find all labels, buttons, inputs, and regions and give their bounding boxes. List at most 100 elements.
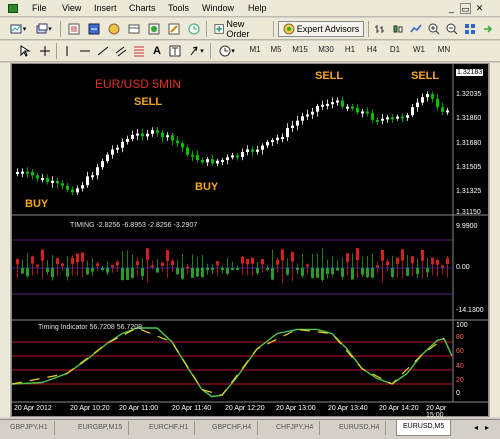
expert-advisors-label: Expert Advisors <box>296 24 360 34</box>
timeframe-h4[interactable]: H4 <box>362 42 382 59</box>
fibonacci-button[interactable] <box>132 43 146 59</box>
periodicity-button[interactable]: ▾ <box>216 43 238 59</box>
histogram-bar <box>306 264 309 267</box>
buy-signal-1: BUY <box>25 198 49 210</box>
histogram-bar <box>431 257 434 264</box>
histogram-bar <box>346 253 349 263</box>
equidistant-channel-icon <box>115 46 127 57</box>
data-window-button[interactable] <box>86 21 102 37</box>
histogram-bar <box>261 259 264 265</box>
tab-eurchf-h1[interactable]: EURCHF,H1 <box>143 421 196 435</box>
candle-body <box>416 102 419 108</box>
timeframe-h1[interactable]: H1 <box>340 42 360 59</box>
strategy-tester-button[interactable] <box>146 21 162 37</box>
tab-scroll-right-icon[interactable]: ▸ <box>485 423 489 432</box>
histogram-bar <box>181 268 184 279</box>
histogram-bar <box>426 268 429 273</box>
tab-scroll-left-icon[interactable]: ◂ <box>474 423 478 432</box>
zoom-out-button[interactable] <box>444 21 460 37</box>
market-watch-button[interactable] <box>66 21 82 37</box>
histogram-bar <box>256 268 259 274</box>
new-chart-button[interactable]: ▾ <box>6 21 30 37</box>
tab-eurusd-h4[interactable]: EURUSD,H4 <box>333 421 387 435</box>
histogram-bar <box>216 261 219 266</box>
navigator-button[interactable] <box>106 21 122 37</box>
timeframe-d1[interactable]: D1 <box>384 42 406 59</box>
new-order-button[interactable]: New Order <box>210 19 268 39</box>
terminal-button[interactable] <box>126 21 142 37</box>
tab-gbpjpy-h1[interactable]: GBPJPY,H1 <box>4 421 55 435</box>
histogram-bar <box>356 248 359 261</box>
timeframe-m1[interactable]: M1 <box>246 42 264 59</box>
candle-body <box>296 120 299 126</box>
histogram-bar <box>286 268 289 275</box>
meta-editor-button[interactable] <box>166 21 182 37</box>
tile-windows-button[interactable] <box>462 21 478 37</box>
menu-help[interactable]: Help <box>248 3 267 13</box>
histogram-bar <box>436 259 439 265</box>
history-button[interactable] <box>186 21 202 37</box>
auto-scroll-button[interactable] <box>480 21 496 37</box>
vertical-line-button[interactable] <box>60 43 74 59</box>
candle-body <box>96 167 99 176</box>
menu-bar: File View Insert Charts Tools Window Hel… <box>0 0 500 17</box>
histogram-bar <box>386 261 389 266</box>
timeframe-m5[interactable]: M5 <box>267 42 285 59</box>
histogram-bar <box>31 256 34 264</box>
histogram-bar <box>96 263 99 267</box>
histogram-bar <box>76 253 79 263</box>
profiles-button[interactable]: ▾ <box>33 21 55 37</box>
tab-chfjpy-h4[interactable]: CHFJPY,H4 <box>270 421 321 435</box>
close-icon[interactable]: ✕ <box>474 3 485 14</box>
timing-histogram-group <box>12 239 453 295</box>
zoom-in-button[interactable] <box>426 21 442 37</box>
chart-canvas[interactable] <box>12 64 488 416</box>
histogram-bar <box>41 249 44 261</box>
histogram-bar <box>206 268 209 271</box>
candle-body <box>111 149 114 155</box>
minimize-icon[interactable]: _ <box>446 3 457 14</box>
candle-body <box>201 160 204 163</box>
candle-body <box>241 152 244 158</box>
text-tool-button[interactable]: A <box>150 43 164 59</box>
timeframe-w1[interactable]: W1 <box>408 42 430 59</box>
timeframe-m30[interactable]: M30 <box>314 42 338 59</box>
tab-gbpchf-h4[interactable]: GBPCHF,H4 <box>206 421 259 435</box>
menu-tools[interactable]: Tools <box>168 3 189 13</box>
histogram-bar <box>71 257 74 264</box>
cursor-button[interactable] <box>18 43 32 59</box>
tab-eurgbp-m15[interactable]: EURGBP,M15 <box>72 421 130 435</box>
menu-view[interactable]: View <box>62 3 81 13</box>
cursor-icon <box>20 45 31 57</box>
candle-body <box>266 141 269 146</box>
histogram-bar <box>416 268 419 275</box>
chart-window[interactable]: EUR/USD 5MIN SELL SELL SELL BUY BUY 1.32… <box>11 63 489 419</box>
candlestick-button[interactable] <box>390 21 406 37</box>
horizontal-line-button[interactable] <box>78 43 92 59</box>
bar-chart-button[interactable] <box>372 21 388 37</box>
candle-body <box>236 155 239 158</box>
expert-advisors-button[interactable]: Expert Advisors <box>278 21 364 37</box>
timeframe-m15[interactable]: M15 <box>288 42 312 59</box>
timeframe-mn[interactable]: MN <box>432 42 456 59</box>
histogram-bar <box>106 268 109 273</box>
trendline-button[interactable] <box>96 43 110 59</box>
line-chart-button[interactable] <box>408 21 424 37</box>
time-axis: 20 Apr 2012 20 Apr 10:20 20 Apr 11:00 20… <box>12 403 453 419</box>
menu-window[interactable]: Window <box>202 3 234 13</box>
candle-body <box>221 160 224 163</box>
new-order-label: New Order <box>226 19 250 39</box>
menu-file[interactable]: File <box>32 3 47 13</box>
chevron-down-icon: ▾ <box>231 48 235 55</box>
text-label-button[interactable] <box>168 43 182 59</box>
restore-icon[interactable]: ▭ <box>460 3 471 14</box>
new-chart-icon <box>10 24 22 34</box>
arrows-button[interactable]: ▾ <box>186 43 206 59</box>
menu-charts[interactable]: Charts <box>129 3 156 13</box>
equidistant-channel-button[interactable] <box>114 43 128 59</box>
menu-insert[interactable]: Insert <box>94 3 117 13</box>
tab-eurusd-m5[interactable]: EURUSD,M5 <box>396 420 452 436</box>
chevron-down-icon: ▾ <box>48 26 52 33</box>
crosshair-button[interactable] <box>38 43 52 59</box>
candle-body <box>376 119 379 122</box>
